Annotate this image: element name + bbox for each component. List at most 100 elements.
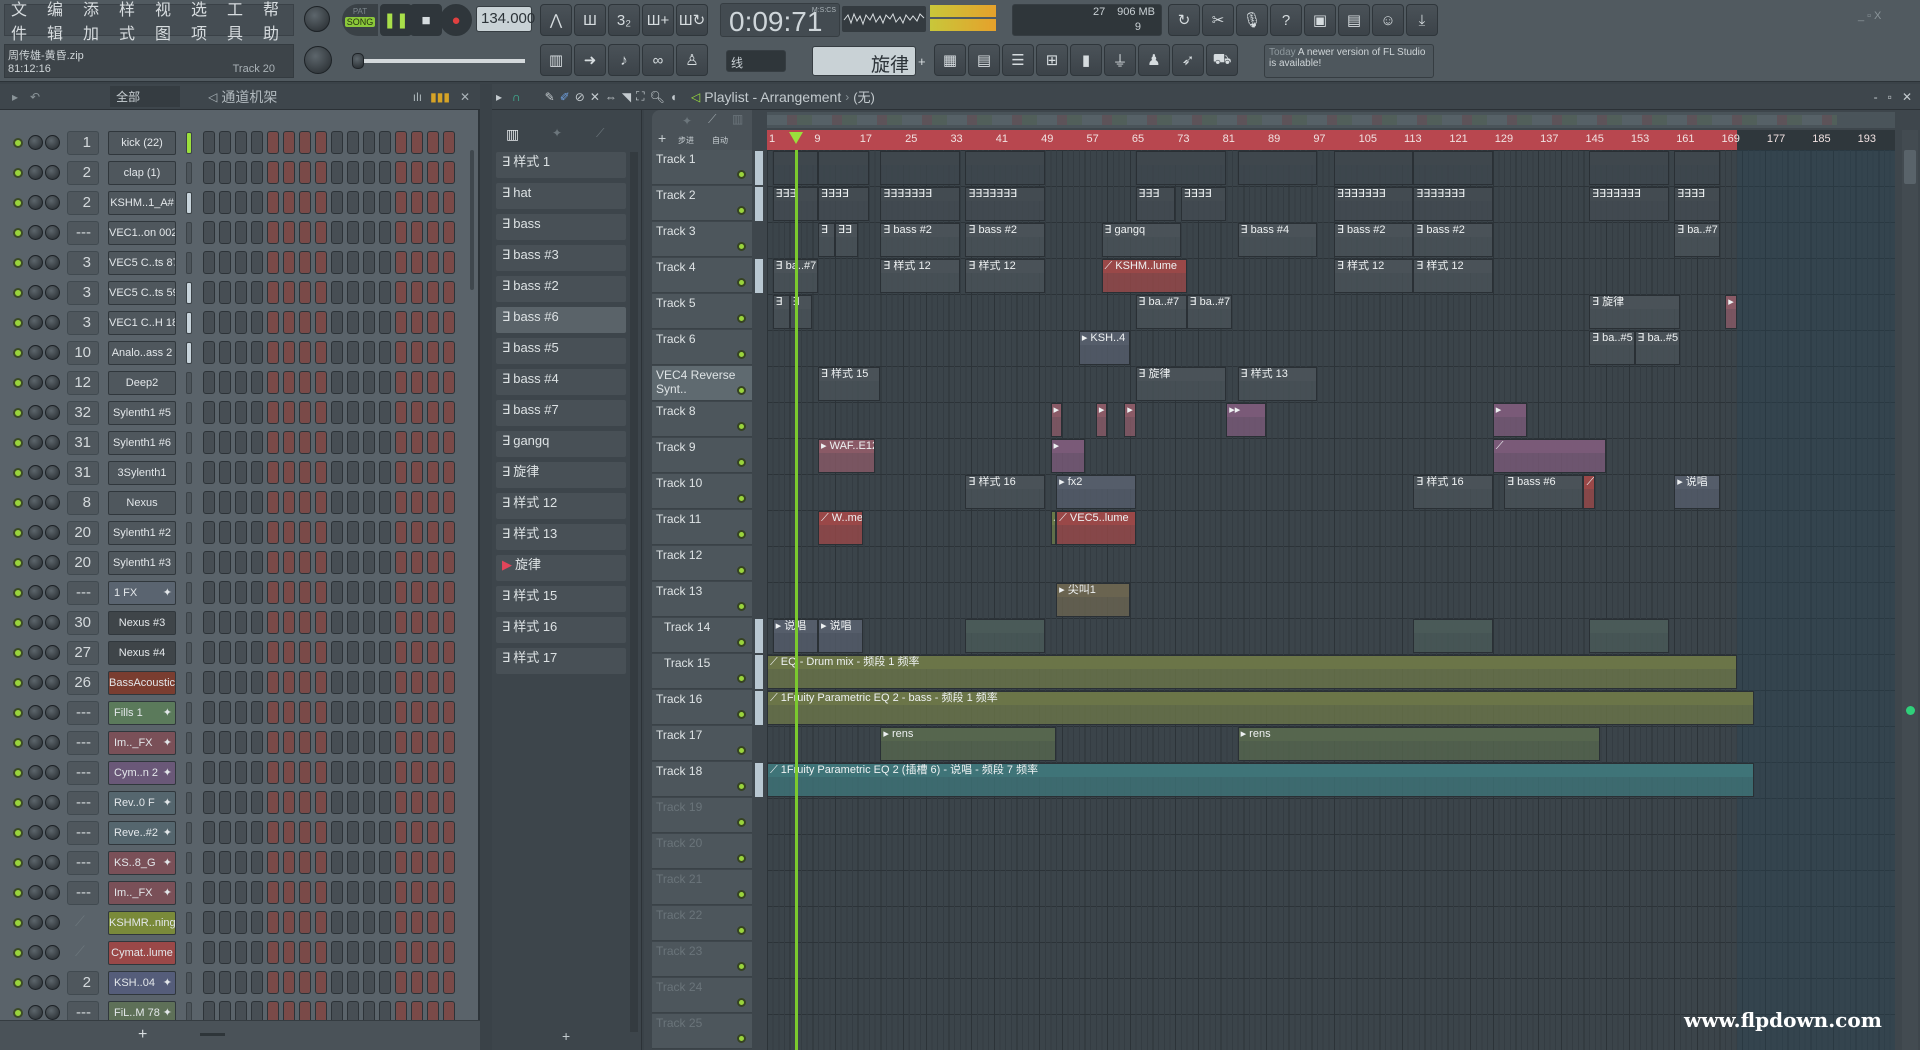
channel-volume-knob[interactable] (45, 675, 60, 690)
step-button[interactable] (331, 701, 343, 724)
channel-name-button[interactable]: KSHM..1_A# (108, 191, 176, 215)
step-button[interactable] (315, 491, 327, 514)
step-button[interactable] (299, 731, 311, 754)
playlist-clip[interactable]: ▸ (1050, 439, 1085, 473)
rack-scrollbar[interactable] (470, 150, 474, 290)
step-button[interactable] (331, 401, 343, 424)
playlist-clip[interactable]: ∃∃∃∃ (818, 187, 870, 221)
channel-name-button[interactable]: VEC1..on 002 (108, 221, 176, 245)
undo-icon[interactable]: ↻ (1168, 4, 1200, 36)
step-button[interactable] (203, 161, 215, 184)
pattern-item[interactable]: ∃ bass #6 (496, 307, 626, 333)
step-button[interactable] (235, 491, 247, 514)
mixer-track-number[interactable]: --- (67, 761, 99, 785)
channel-pan-knob[interactable] (28, 195, 43, 210)
step-button[interactable] (363, 611, 375, 634)
step-button[interactable] (315, 611, 327, 634)
step-button[interactable] (267, 971, 279, 994)
playlist-clip[interactable]: ∃ bass #6 (1504, 475, 1584, 509)
wait-icon[interactable]: Ш (574, 4, 606, 36)
step-button[interactable] (203, 191, 215, 214)
step-button[interactable] (411, 221, 423, 244)
help-icon[interactable]: ? (1270, 4, 1302, 36)
channel-pan-knob[interactable] (28, 285, 43, 300)
step-button[interactable] (299, 551, 311, 574)
step-button[interactable] (251, 161, 263, 184)
time-display[interactable]: 0:09:71 M:S:CS (720, 3, 840, 37)
channel-pan-knob[interactable] (28, 645, 43, 660)
mixer-track-number[interactable]: 2 (67, 971, 99, 995)
vertical-scrollbar[interactable] (1902, 130, 1918, 1050)
step-button[interactable] (395, 641, 407, 664)
download-icon[interactable]: ⤓ (1406, 4, 1438, 36)
step-button[interactable] (315, 671, 327, 694)
step-button[interactable] (219, 851, 231, 874)
step-button[interactable] (363, 821, 375, 844)
step-button[interactable] (267, 401, 279, 424)
mixer-track-number[interactable]: 8 (67, 491, 99, 515)
channel-pan-knob[interactable] (28, 675, 43, 690)
step-button[interactable] (219, 191, 231, 214)
minimize-playlist-icon[interactable]: - (1874, 90, 1878, 104)
track-enable-led[interactable] (737, 746, 746, 755)
track-header[interactable]: Track 4 (652, 258, 752, 293)
cart-icon[interactable]: ⛟ (1206, 44, 1238, 76)
channel-volume-knob[interactable] (45, 435, 60, 450)
playlist-clip[interactable] (965, 619, 1045, 653)
step-button[interactable] (363, 1001, 375, 1020)
pattern-item[interactable]: ∃ bass #3 (496, 245, 626, 271)
step-button[interactable] (331, 941, 343, 964)
playlist-clip[interactable]: ⟋ (1492, 439, 1607, 473)
step-button[interactable] (379, 371, 391, 394)
step-button[interactable] (331, 611, 343, 634)
playlist-clip[interactable]: ∃ bass #2 (1334, 223, 1414, 257)
playlist-clip[interactable]: ▸ WAF..E12 (818, 439, 875, 473)
track-enable-led[interactable] (737, 494, 746, 503)
step-button[interactable] (411, 551, 423, 574)
step-button[interactable] (299, 341, 311, 364)
step-button[interactable] (443, 791, 455, 814)
step-button[interactable] (267, 281, 279, 304)
step-button[interactable] (395, 401, 407, 424)
step-button[interactable] (427, 341, 439, 364)
step-button[interactable] (299, 371, 311, 394)
step-button[interactable] (331, 731, 343, 754)
step-button[interactable] (443, 971, 455, 994)
mixer-track-number[interactable]: 1 (67, 131, 99, 155)
pattern-item[interactable]: ∃ 样式 16 (496, 617, 626, 643)
step-button[interactable] (299, 941, 311, 964)
channel-volume-knob[interactable] (45, 375, 60, 390)
step-button[interactable] (443, 281, 455, 304)
channel-name-button[interactable]: Im.._FX ✦ (108, 731, 176, 755)
step-button[interactable] (395, 671, 407, 694)
step-button[interactable] (331, 311, 343, 334)
step-button[interactable] (331, 371, 343, 394)
step-button[interactable] (251, 791, 263, 814)
playlist-clip[interactable]: ∃∃∃∃∃∃∃ (965, 187, 1045, 221)
step-button[interactable] (379, 461, 391, 484)
track-header[interactable]: Track 17 (652, 726, 752, 761)
step-button[interactable] (379, 791, 391, 814)
step-button[interactable] (315, 251, 327, 274)
playlist-clip[interactable]: ∃ 样式 13 (1237, 367, 1317, 401)
step-button[interactable] (203, 671, 215, 694)
channel-mute-led[interactable] (13, 888, 23, 898)
channel-mute-led[interactable] (13, 918, 23, 928)
step-button[interactable] (283, 131, 295, 154)
track-header[interactable]: Track 21 (652, 870, 752, 905)
step-button[interactable] (411, 671, 423, 694)
channel-mute-led[interactable] (13, 588, 23, 598)
step-button[interactable] (235, 731, 247, 754)
step-button[interactable] (427, 641, 439, 664)
channel-pan-knob[interactable] (28, 975, 43, 990)
channel-name-button[interactable]: Analo..ass 2 (108, 341, 176, 365)
step-button[interactable] (267, 791, 279, 814)
channel-volume-knob[interactable] (45, 825, 60, 840)
mixer-track-number[interactable]: 31 (67, 461, 99, 485)
expand-icon[interactable]: ▸ (496, 90, 502, 104)
step-button[interactable] (379, 701, 391, 724)
track-header[interactable]: Track 12 (652, 546, 752, 581)
step-button[interactable] (219, 641, 231, 664)
channel-select[interactable] (186, 732, 192, 754)
step-button[interactable] (235, 641, 247, 664)
